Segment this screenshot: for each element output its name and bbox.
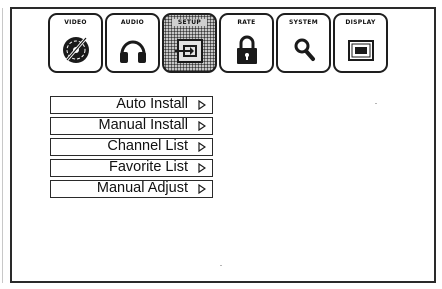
- menu-item-label: Channel List: [107, 138, 188, 154]
- menu-item-label: Manual Adjust: [96, 180, 188, 196]
- video-disc-icon: [62, 37, 89, 63]
- menu-item-manual-adjust[interactable]: Manual Adjust: [50, 180, 213, 198]
- tab-display[interactable]: DISPLAY: [333, 13, 388, 73]
- tab-audio-label: AUDIO: [120, 19, 145, 26]
- right-arrow-icon: [198, 142, 206, 152]
- right-arrow-icon: [198, 184, 206, 194]
- setup-input-icon: [174, 39, 203, 63]
- scan-speck: [375, 103, 377, 104]
- tab-video[interactable]: VIDEO: [48, 13, 103, 73]
- tab-system[interactable]: SYSTEM: [276, 13, 331, 73]
- right-arrow-icon: [198, 121, 206, 131]
- tab-video-label: VIDEO: [64, 19, 87, 26]
- tab-display-label: DISPLAY: [345, 19, 376, 26]
- tab-setup-label: SETUP: [172, 19, 207, 26]
- menu-item-label: Manual Install: [98, 117, 188, 133]
- menu-item-channel-list[interactable]: Channel List: [50, 138, 213, 156]
- scan-edge-line: [2, 8, 3, 283]
- tab-setup[interactable]: SETUP: [162, 13, 217, 73]
- setup-menu-window: VIDEO AUDIO SETUP RATE SYSTEM DISPLAY Au…: [10, 7, 436, 283]
- menu-item-favorite-list[interactable]: Favorite List: [50, 159, 213, 177]
- tab-rate-label: RATE: [237, 19, 256, 26]
- right-arrow-icon: [198, 100, 206, 110]
- padlock-icon: [236, 35, 257, 64]
- magnifier-icon: [294, 38, 315, 61]
- display-screen-icon: [347, 40, 374, 61]
- scan-speck: [220, 265, 222, 266]
- tab-rate[interactable]: RATE: [219, 13, 274, 73]
- setup-submenu: Auto Install Manual Install Channel List…: [50, 96, 213, 198]
- category-tab-bar: VIDEO AUDIO SETUP RATE SYSTEM DISPLAY: [48, 13, 388, 73]
- menu-item-label: Auto Install: [116, 96, 188, 112]
- right-arrow-icon: [198, 163, 206, 173]
- tab-system-label: SYSTEM: [289, 19, 318, 26]
- menu-item-auto-install[interactable]: Auto Install: [50, 96, 213, 114]
- headphones-icon: [119, 40, 146, 63]
- tab-audio[interactable]: AUDIO: [105, 13, 160, 73]
- menu-item-label: Favorite List: [109, 159, 188, 175]
- menu-item-manual-install[interactable]: Manual Install: [50, 117, 213, 135]
